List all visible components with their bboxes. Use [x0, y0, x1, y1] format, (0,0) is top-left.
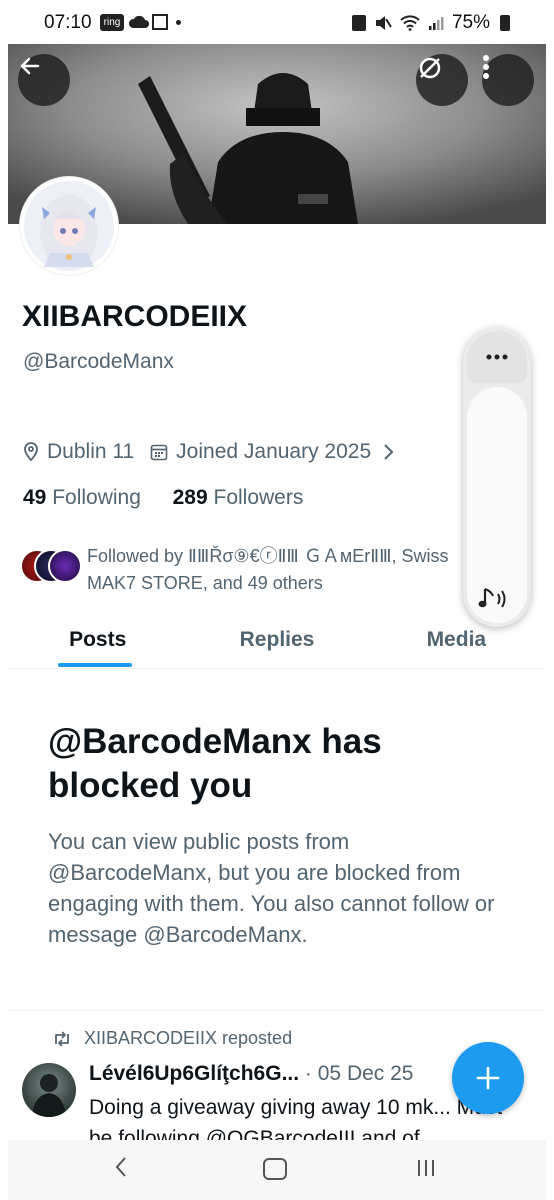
- divider: [8, 1010, 546, 1011]
- author-avatar-image: [32, 1074, 66, 1117]
- nav-recents-icon[interactable]: [416, 1158, 436, 1178]
- battery-percent: 75%: [451, 12, 490, 33]
- blocked-message: You can view public posts from @BarcodeM…: [48, 829, 495, 947]
- following-link[interactable]: 49 Following: [23, 486, 141, 509]
- wifi-icon: [400, 15, 420, 31]
- profile-tabs: Posts Replies Media: [8, 620, 546, 669]
- display-name: XIIBARCODEIIX: [22, 300, 248, 333]
- followed-by-avatars: [20, 549, 84, 585]
- battery-icon: [500, 15, 510, 31]
- post-header: Lévél6Up6Glíţch6G... · 05 Dec 25: [89, 1062, 413, 1086]
- location-text: Dublin 11: [47, 440, 135, 463]
- sync-off-icon: [419, 57, 441, 79]
- repost-label: XIIBARCODEIIX reposted: [84, 1028, 293, 1048]
- ring-app-icon: ring: [100, 14, 124, 31]
- repost-indicator: XIIBARCODEIIX reposted: [52, 1028, 292, 1049]
- nav-home-icon[interactable]: [263, 1158, 287, 1180]
- tab-replies[interactable]: Replies: [187, 620, 366, 668]
- compose-button[interactable]: [452, 1042, 524, 1114]
- back-arrow-icon: [20, 57, 40, 75]
- signal-icon: [428, 17, 444, 30]
- post-date: · 05 Dec 25: [304, 1062, 414, 1085]
- follower-avatar: [48, 549, 82, 583]
- calendar-status-icon: [152, 14, 168, 30]
- user-handle: @BarcodeManx: [23, 350, 174, 373]
- blocked-title: @BarcodeManx has blocked you: [48, 722, 382, 805]
- post-author-avatar[interactable]: [22, 1063, 76, 1117]
- joined-date: Joined January 2025: [176, 440, 372, 463]
- status-bar: 07:10 ring 75%: [8, 0, 546, 44]
- following-label: Following: [52, 486, 141, 509]
- follow-stats: 49 Following 289 Followers: [23, 486, 303, 510]
- repost-icon: [55, 1030, 69, 1047]
- followers-label: Followers: [213, 486, 304, 509]
- panel-menu-button[interactable]: [467, 331, 527, 383]
- notification-dot-icon: [176, 20, 181, 25]
- tab-media[interactable]: Media: [367, 620, 546, 668]
- nav-back-icon[interactable]: [114, 1156, 128, 1178]
- sound-icon[interactable]: [477, 585, 511, 613]
- profile-avatar[interactable]: [20, 177, 118, 275]
- profile-meta: Dublin 11 Joined January 2025: [23, 440, 395, 464]
- avatar-image: [24, 181, 114, 271]
- followers-count: 289: [172, 486, 208, 509]
- status-time: 07:10: [44, 12, 92, 33]
- back-button[interactable]: [18, 54, 70, 106]
- followed-by-text: Followed by ⅡⅢŘσ⑨€ⓡⅡⅢ ＧＡмЕrⅡⅢ, Swiss MAK…: [87, 546, 449, 593]
- plus-icon: [476, 1066, 500, 1090]
- tab-posts[interactable]: Posts: [8, 620, 187, 668]
- mute-icon: [375, 16, 392, 30]
- chevron-right-icon[interactable]: [383, 443, 395, 461]
- status-right: 75%: [351, 12, 510, 34]
- sync-off-button[interactable]: [416, 54, 468, 106]
- more-vertical-icon: [483, 55, 489, 79]
- app-frame: 07:10 ring 75% XIIBARCODEIIX @BarcodeMan…: [8, 0, 546, 1200]
- more-horizontal-icon: [486, 354, 508, 360]
- more-options-button[interactable]: [482, 54, 534, 106]
- cloud-icon: [128, 15, 149, 28]
- calendar-icon: [150, 444, 168, 461]
- location-icon: [24, 442, 38, 462]
- following-count: 49: [23, 486, 47, 509]
- data-saver-icon: [351, 15, 366, 31]
- system-nav-bar: [8, 1140, 546, 1200]
- post-author-name[interactable]: Lévél6Up6Glíţch6G...: [89, 1062, 299, 1085]
- followers-link[interactable]: 289 Followers: [173, 486, 304, 509]
- active-tab-indicator: [58, 663, 132, 667]
